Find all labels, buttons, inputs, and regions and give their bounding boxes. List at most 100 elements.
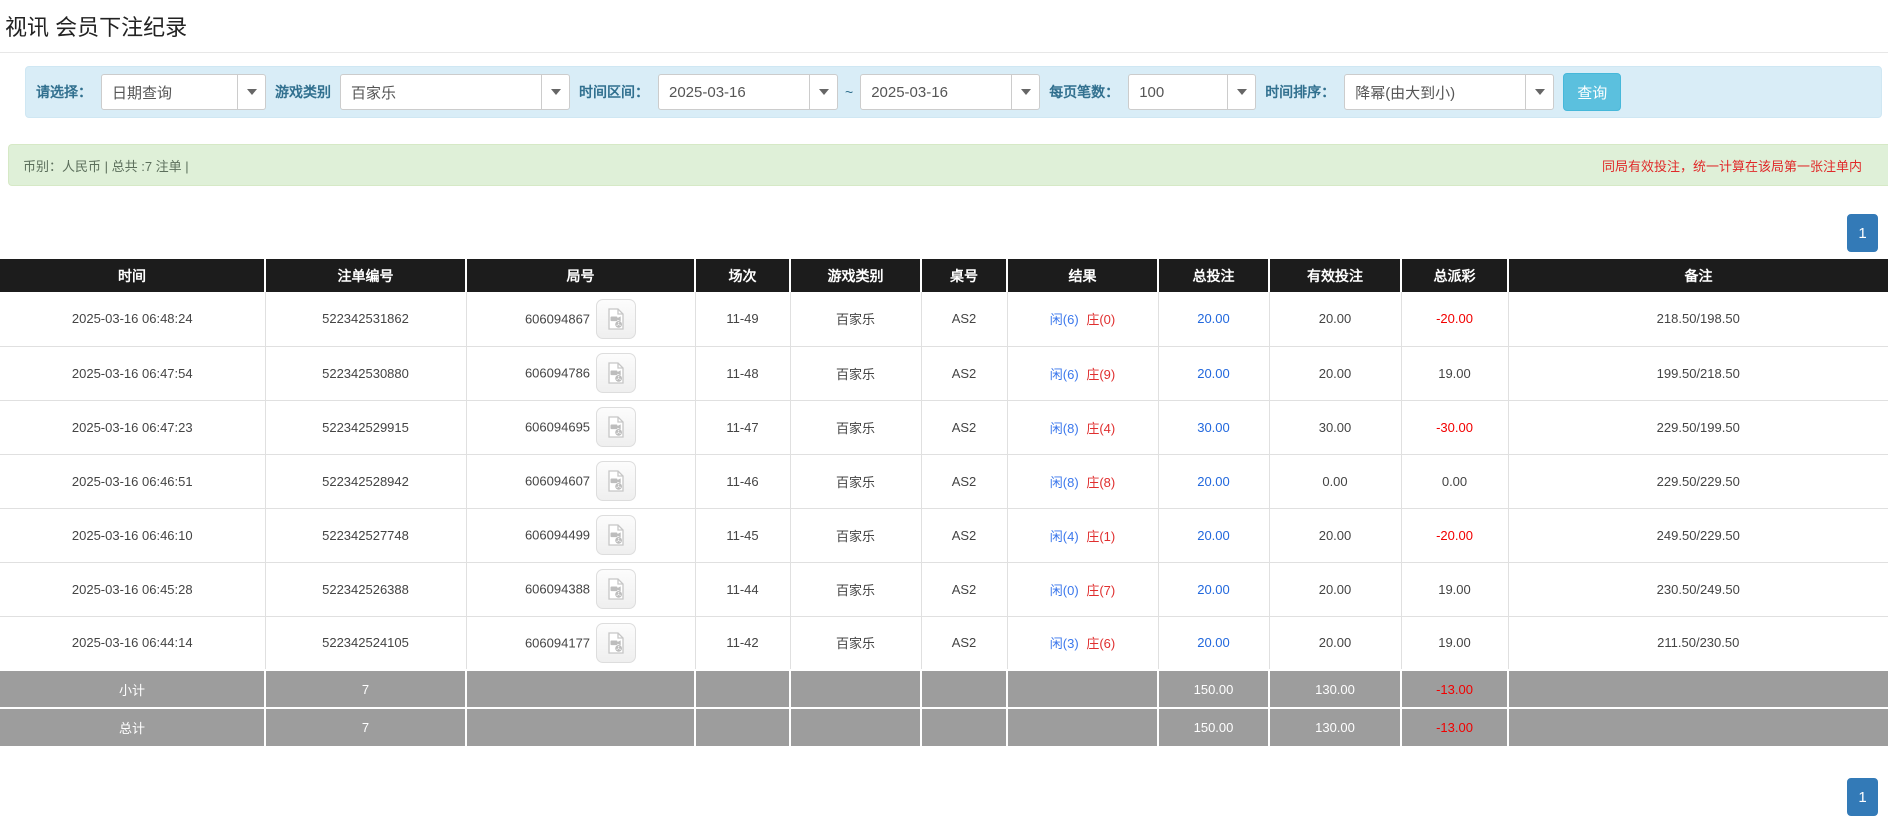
result-player: 闲(6) <box>1050 312 1079 327</box>
video-file-icon <box>604 577 628 601</box>
video-replay-button[interactable] <box>596 353 636 393</box>
pagination-bottom: 1 <box>0 778 1878 816</box>
col-header-payout: 总派彩 <box>1401 259 1508 292</box>
grand-total-payout: -13.00 <box>1401 708 1508 746</box>
game-type-select[interactable]: 百家乐 <box>340 74 570 110</box>
video-file-icon <box>604 631 628 655</box>
result-banker: 庄(9) <box>1086 367 1115 382</box>
result-banker: 庄(0) <box>1086 312 1115 327</box>
game-type: 百家乐 <box>836 636 875 651</box>
table-number: AS2 <box>952 635 977 650</box>
video-file-icon <box>604 469 628 493</box>
total-bet-link[interactable]: 20.00 <box>1197 311 1230 326</box>
page-title: 视讯 会员下注纪录 <box>0 0 1888 53</box>
video-replay-button[interactable] <box>596 299 636 339</box>
total-bet-link[interactable]: 20.00 <box>1197 635 1230 650</box>
game-type: 百家乐 <box>836 367 875 382</box>
total-bet-link[interactable]: 30.00 <box>1197 420 1230 435</box>
grand-total-row: 总计 7 150.00 130.00 -13.00 <box>0 708 1888 746</box>
subtotal-label: 小计 <box>0 670 265 708</box>
result-player: 闲(3) <box>1050 636 1079 651</box>
round-id: 606094607 <box>525 474 590 489</box>
table-row: 2025-03-16 06:44:14 522342524105 6060941… <box>0 616 1888 670</box>
total-bet-link[interactable]: 20.00 <box>1197 582 1230 597</box>
col-header-game-type: 游戏类别 <box>790 259 921 292</box>
session-number: 11-47 <box>726 420 758 435</box>
query-type-value: 日期查询 <box>102 82 237 103</box>
session-number: 11-49 <box>726 311 758 326</box>
table-number: AS2 <box>952 311 977 326</box>
video-file-icon <box>604 307 628 331</box>
col-header-time: 时间 <box>0 259 265 292</box>
query-type-select[interactable]: 日期查询 <box>101 74 266 110</box>
valid-bet: 0.00 <box>1322 474 1347 489</box>
col-header-round-id: 局号 <box>466 259 695 292</box>
total-bet-link[interactable]: 20.00 <box>1197 528 1230 543</box>
payout: 19.00 <box>1438 582 1471 597</box>
video-replay-button[interactable] <box>596 569 636 609</box>
page-1-button[interactable]: 1 <box>1847 214 1878 252</box>
query-type-label: 请选择： <box>36 82 92 102</box>
remark: 218.50/198.50 <box>1657 311 1740 326</box>
table-number: AS2 <box>952 528 977 543</box>
session-number: 11-44 <box>726 582 758 597</box>
payout: -20.00 <box>1436 311 1473 326</box>
total-bet-link[interactable]: 20.00 <box>1197 366 1230 381</box>
col-header-table-no: 桌号 <box>921 259 1007 292</box>
total-bet-link[interactable]: 20.00 <box>1197 474 1230 489</box>
remark: 229.50/199.50 <box>1657 420 1740 435</box>
table-row: 2025-03-16 06:46:10 522342527748 6060944… <box>0 508 1888 562</box>
result-banker: 庄(6) <box>1086 636 1115 651</box>
table-row: 2025-03-16 06:48:24 522342531862 6060948… <box>0 292 1888 346</box>
time-sort-value: 降幂(由大到小) <box>1345 82 1525 103</box>
round-id: 606094786 <box>525 366 590 381</box>
col-header-result: 结果 <box>1007 259 1158 292</box>
filter-bar: 请选择： 日期查询 游戏类别 百家乐 时间区间： 2025-03-16 ~ 20… <box>25 66 1882 118</box>
table-row: 2025-03-16 06:47:23 522342529915 6060946… <box>0 400 1888 454</box>
search-button[interactable]: 查询 <box>1563 73 1621 111</box>
video-file-icon <box>604 523 628 547</box>
col-header-total-bet: 总投注 <box>1158 259 1269 292</box>
video-replay-button[interactable] <box>596 515 636 555</box>
result-banker: 庄(8) <box>1086 475 1115 490</box>
date-from-value: 2025-03-16 <box>659 84 809 101</box>
video-replay-button[interactable] <box>596 407 636 447</box>
game-type: 百家乐 <box>836 475 875 490</box>
table-row: 2025-03-16 06:45:28 522342526388 6060943… <box>0 562 1888 616</box>
session-number: 11-46 <box>726 474 758 489</box>
table-number: AS2 <box>952 582 977 597</box>
remark: 230.50/249.50 <box>1657 582 1740 597</box>
currency-summary-bar: 币别：人民币 | 总共 :7 注单 | 同局有效投注，统一计算在该局第一张注单内 <box>8 144 1888 186</box>
bet-time: 2025-03-16 06:46:10 <box>72 528 193 543</box>
table-row: 2025-03-16 06:46:51 522342528942 6060946… <box>0 454 1888 508</box>
date-from-select[interactable]: 2025-03-16 <box>658 74 838 110</box>
valid-bet: 20.00 <box>1319 635 1352 650</box>
payout: -20.00 <box>1436 528 1473 543</box>
bet-records-table: 时间 注单编号 局号 场次 游戏类别 桌号 结果 总投注 有效投注 总派彩 备注… <box>0 259 1888 746</box>
video-replay-button[interactable] <box>596 461 636 501</box>
bet-time: 2025-03-16 06:45:28 <box>72 582 193 597</box>
time-sort-select[interactable]: 降幂(由大到小) <box>1344 74 1554 110</box>
video-replay-button[interactable] <box>596 623 636 663</box>
date-to-select[interactable]: 2025-03-16 <box>860 74 1040 110</box>
col-header-remark: 备注 <box>1508 259 1888 292</box>
grand-total-label: 总计 <box>0 708 265 746</box>
chevron-down-icon <box>541 75 569 109</box>
time-range-label: 时间区间： <box>579 82 649 102</box>
page-1-button[interactable]: 1 <box>1847 778 1878 816</box>
page-size-select[interactable]: 100 <box>1128 74 1256 110</box>
game-type: 百家乐 <box>836 583 875 598</box>
payout: 0.00 <box>1442 474 1467 489</box>
round-id: 606094499 <box>525 528 590 543</box>
bet-id: 522342530880 <box>322 366 409 381</box>
result-banker: 庄(7) <box>1086 583 1115 598</box>
date-to-value: 2025-03-16 <box>861 84 1011 101</box>
bet-time: 2025-03-16 06:48:24 <box>72 311 193 326</box>
remark: 199.50/218.50 <box>1657 366 1740 381</box>
result-player: 闲(8) <box>1050 421 1079 436</box>
page-size-label: 每页笔数： <box>1049 82 1119 102</box>
col-header-bet-id: 注单编号 <box>265 259 466 292</box>
time-sort-label: 时间排序： <box>1265 82 1335 102</box>
grand-total-total-bet: 150.00 <box>1158 708 1269 746</box>
bet-time: 2025-03-16 06:46:51 <box>72 474 193 489</box>
